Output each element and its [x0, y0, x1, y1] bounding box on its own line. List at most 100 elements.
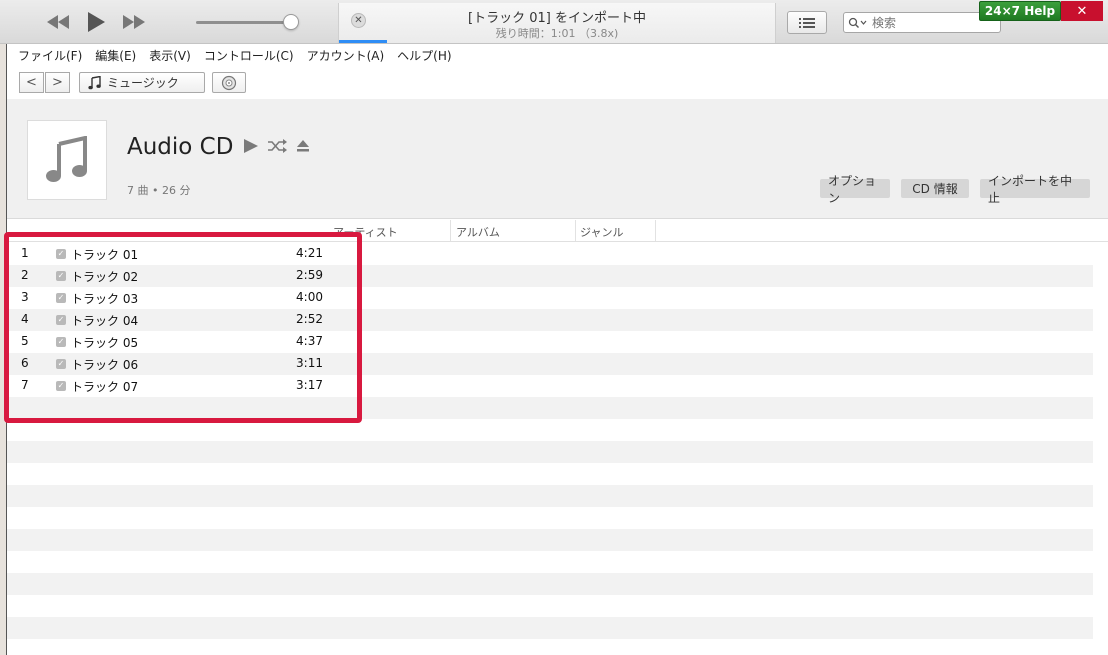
- checkbox-icon[interactable]: ✓: [56, 359, 66, 369]
- play-icon[interactable]: [243, 139, 259, 153]
- checkbox-icon[interactable]: ✓: [56, 381, 66, 391]
- play-icon: [88, 12, 105, 32]
- forward-button[interactable]: >: [45, 72, 70, 93]
- window-edge: [0, 44, 7, 655]
- shuffle-icon[interactable]: [267, 139, 287, 153]
- track-name: トラック 06: [71, 358, 139, 372]
- cd-icon: [221, 75, 237, 90]
- empty-row: [7, 397, 1093, 419]
- album-meta: 7 曲 • 26 分: [127, 184, 191, 197]
- list-icon: [799, 17, 815, 28]
- window-close-button[interactable]: ✕: [1061, 1, 1103, 21]
- track-number: 1: [21, 246, 29, 260]
- table-row[interactable]: 3 ✓ トラック 03 4:00: [7, 287, 1093, 309]
- track-number: 6: [21, 356, 29, 370]
- track-time: 4:37: [296, 334, 323, 348]
- navigation-bar: < > ミュージック: [7, 66, 1108, 99]
- table-row[interactable]: 7 ✓ トラック 07 3:17: [7, 375, 1093, 397]
- album-title: Audio CD: [127, 134, 234, 160]
- menu-edit[interactable]: 編集(E): [95, 47, 136, 64]
- media-source-picker[interactable]: ミュージック: [79, 72, 205, 93]
- fast-forward-icon: [123, 15, 145, 29]
- play-button[interactable]: [82, 10, 110, 34]
- empty-row: [7, 463, 1093, 485]
- checkbox-icon[interactable]: ✓: [56, 337, 66, 347]
- checkbox-icon[interactable]: ✓: [56, 249, 66, 259]
- empty-row: [7, 529, 1093, 551]
- column-album[interactable]: アルバム: [456, 224, 500, 240]
- checkbox-icon[interactable]: ✓: [56, 293, 66, 303]
- search-input[interactable]: [872, 15, 992, 30]
- close-icon: ✕: [1076, 3, 1088, 19]
- album-header: Audio CD 7 曲 • 26 分 オプション CD 情報 インポートを中止: [7, 99, 1108, 219]
- top-toolbar: ✕ [トラック 01] をインポート中 残り時間：1:01 （3.8x) 24×…: [0, 0, 1108, 44]
- volume-knob[interactable]: [283, 14, 299, 30]
- vertical-scrollbar[interactable]: [1093, 243, 1108, 655]
- chevron-right-icon: >: [52, 75, 63, 90]
- track-number: 3: [21, 290, 29, 304]
- empty-row: [7, 507, 1093, 529]
- track-list: 1 ✓ トラック 01 4:21 2 ✓ トラック 02 2:59 3 ✓ トラック 03 4:0…: [7, 243, 1093, 655]
- stop-import-button[interactable]: インポートを中止: [980, 174, 1090, 205]
- import-progress-bar: [339, 40, 387, 43]
- source-label: ミュージック: [107, 76, 179, 90]
- fast-forward-button[interactable]: [118, 10, 150, 34]
- cd-info-button[interactable]: CD 情報: [901, 179, 969, 198]
- import-title: [トラック 01] をインポート中: [468, 11, 646, 26]
- column-divider: [450, 220, 451, 241]
- table-row[interactable]: 2 ✓ トラック 02 2:59: [7, 265, 1093, 287]
- menu-controls[interactable]: コントロール(C): [204, 47, 294, 64]
- rewind-icon: [47, 15, 69, 29]
- empty-row: [7, 419, 1093, 441]
- table-row[interactable]: 1 ✓ トラック 01 4:21: [7, 243, 1093, 265]
- music-note-icon: [88, 75, 101, 89]
- track-time: 4:21: [296, 246, 323, 260]
- music-note-icon: [46, 136, 87, 182]
- column-divider: [655, 220, 656, 241]
- up-next-button[interactable]: [787, 11, 827, 34]
- volume-slider[interactable]: [196, 21, 292, 24]
- cd-button[interactable]: [212, 72, 246, 93]
- column-genre[interactable]: ジャンル: [580, 224, 623, 240]
- chevron-left-icon: <: [26, 75, 37, 90]
- eject-icon[interactable]: [296, 139, 310, 153]
- status-display: ✕ [トラック 01] をインポート中 残り時間：1:01 （3.8x): [338, 3, 776, 43]
- track-name: トラック 02: [71, 270, 139, 284]
- checkbox-icon[interactable]: ✓: [56, 271, 66, 281]
- checkbox-icon[interactable]: ✓: [56, 315, 66, 325]
- track-number: 4: [21, 312, 29, 326]
- table-row[interactable]: 4 ✓ トラック 04 2:52: [7, 309, 1093, 331]
- menu-help[interactable]: ヘルプ(H): [397, 47, 451, 64]
- album-artwork: [27, 120, 107, 200]
- track-number: 5: [21, 334, 29, 348]
- options-button[interactable]: オプション: [820, 174, 890, 205]
- track-name: トラック 07: [71, 380, 139, 394]
- track-time: 2:52: [296, 312, 323, 326]
- search-icon: [848, 17, 867, 28]
- menu-account[interactable]: アカウント(A): [307, 47, 385, 64]
- column-artist[interactable]: アーティスト: [333, 224, 398, 240]
- empty-row: [7, 441, 1093, 463]
- empty-row: [7, 617, 1093, 639]
- track-number: 2: [21, 268, 29, 282]
- track-name: トラック 04: [71, 314, 139, 328]
- column-divider: [575, 220, 576, 241]
- track-time: 2:59: [296, 268, 323, 282]
- menu-bar: ファイル(F) 編集(E) 表示(V) コントロール(C) アカウント(A) ヘ…: [7, 44, 1108, 66]
- rewind-button[interactable]: [42, 10, 74, 34]
- track-number: 7: [21, 378, 29, 392]
- empty-row: [7, 573, 1093, 595]
- track-name: トラック 05: [71, 336, 139, 350]
- track-time: 4:00: [296, 290, 323, 304]
- menu-file[interactable]: ファイル(F): [18, 47, 82, 64]
- back-button[interactable]: <: [19, 72, 44, 93]
- search-box[interactable]: [843, 12, 1001, 33]
- table-row[interactable]: 5 ✓ トラック 05 4:37: [7, 331, 1093, 353]
- help-badge[interactable]: 24×7 Help: [979, 1, 1061, 21]
- import-remaining: 残り時間：1:01 （3.8x): [495, 27, 619, 40]
- track-time: 3:17: [296, 378, 323, 392]
- empty-row: [7, 595, 1093, 617]
- menu-view[interactable]: 表示(V): [149, 47, 191, 64]
- empty-row: [7, 551, 1093, 573]
- table-row[interactable]: 6 ✓ トラック 06 3:11: [7, 353, 1093, 375]
